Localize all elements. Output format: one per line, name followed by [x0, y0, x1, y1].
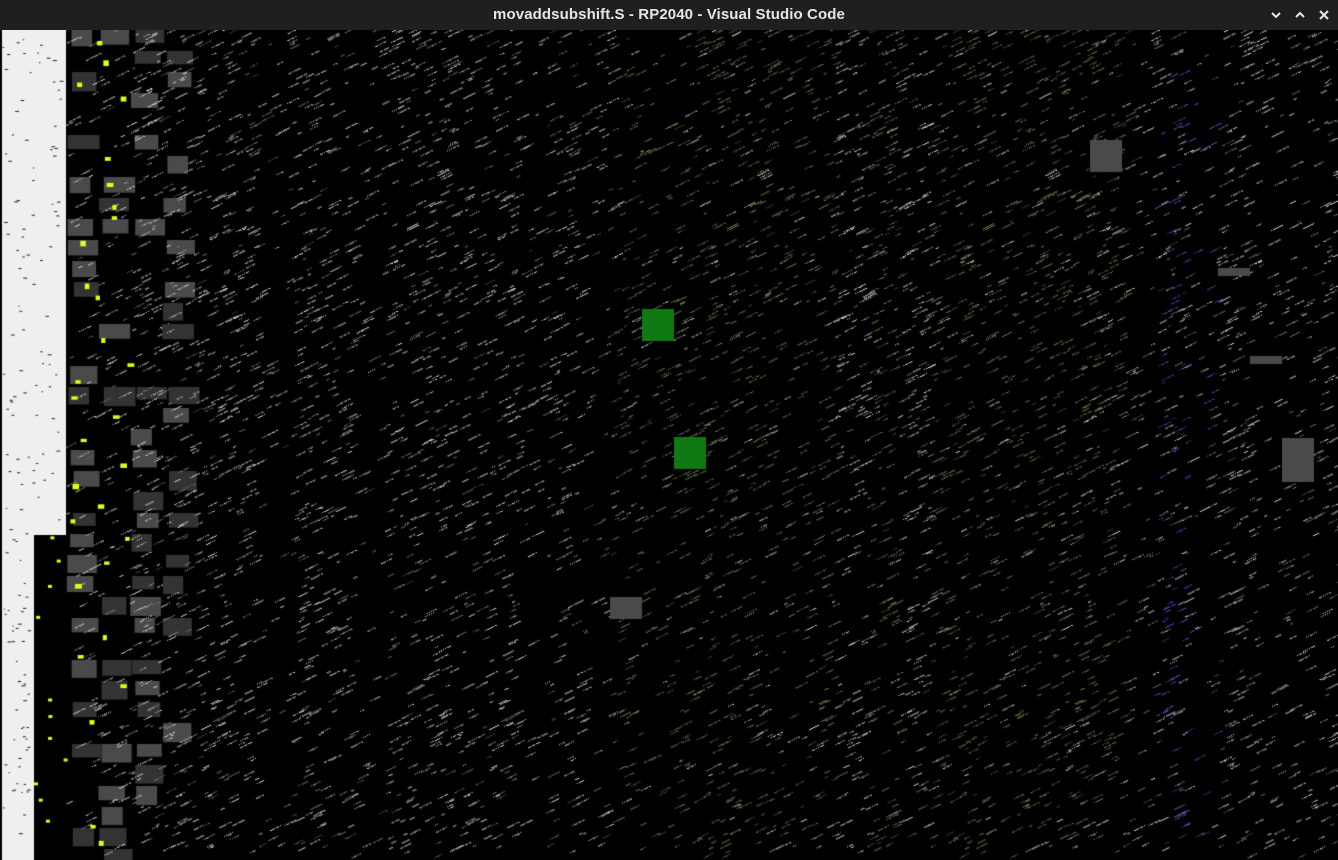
maximize-button[interactable] — [1291, 6, 1309, 24]
close-button[interactable] — [1315, 6, 1333, 24]
chevron-down-icon — [1271, 12, 1281, 19]
window-title: movaddsubshift.S - RP2040 - Visual Studi… — [493, 6, 845, 23]
corrupted-render-canvas — [0, 30, 1338, 860]
window-titlebar[interactable]: movaddsubshift.S - RP2040 - Visual Studi… — [0, 0, 1338, 30]
close-icon — [1319, 10, 1329, 20]
minimize-button[interactable] — [1267, 6, 1285, 24]
editor-content-area[interactable] — [0, 30, 1338, 860]
chevron-up-icon — [1295, 11, 1305, 18]
